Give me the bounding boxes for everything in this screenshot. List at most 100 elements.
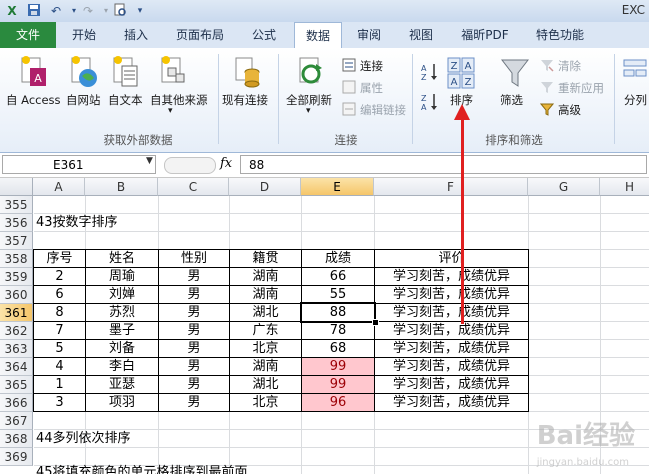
column-header-d[interactable]: D (229, 178, 301, 196)
table-cell[interactable]: 广东 (230, 322, 301, 340)
table-cell[interactable]: 学习刻苦，成绩优异 (375, 358, 528, 376)
table-cell[interactable]: 1 (34, 376, 85, 394)
tab-page-layout[interactable]: 页面布局 (166, 22, 234, 48)
table-header-cell[interactable]: 评价 (375, 250, 528, 268)
access-icon[interactable]: A (20, 56, 48, 93)
section-title-cell[interactable]: 44多列依次排序 (34, 430, 131, 448)
table-cell[interactable]: 2 (34, 268, 85, 286)
excel-logo-icon[interactable]: X (4, 3, 20, 19)
table-cell[interactable]: 学习刻苦，成绩优异 (375, 340, 528, 358)
table-cell[interactable]: 68 (302, 340, 374, 358)
tab-special-features[interactable]: 特色功能 (526, 22, 594, 48)
other-sources-dropdown-icon[interactable]: ▾ (168, 106, 173, 116)
row-header[interactable]: 367 (0, 412, 33, 430)
table-cell[interactable]: 学习刻苦，成绩优异 (375, 394, 528, 412)
table-cell[interactable]: 墨子 (86, 322, 158, 340)
sort-descending-icon[interactable]: ZA (420, 92, 440, 115)
row-header[interactable]: 360 (0, 286, 33, 304)
filter-icon[interactable] (500, 56, 530, 93)
row-header[interactable]: 359 (0, 268, 33, 286)
table-cell[interactable]: 66 (302, 268, 374, 286)
table-cell[interactable]: 湖南 (230, 358, 301, 376)
table-cell[interactable]: 湖南 (230, 286, 301, 304)
tab-formulas[interactable]: 公式 (240, 22, 288, 48)
reapply-button[interactable]: 重新应用 (558, 80, 604, 96)
text-to-columns-button[interactable]: 分列 (624, 92, 647, 108)
column-header-e[interactable]: E (301, 178, 374, 196)
table-cell[interactable]: 学习刻苦，成绩优异 (375, 322, 528, 340)
row-header[interactable]: 366 (0, 394, 33, 412)
fill-handle[interactable] (372, 319, 379, 326)
tab-view[interactable]: 视图 (398, 22, 444, 48)
tab-data[interactable]: 数据 (294, 22, 342, 49)
filter-button[interactable]: 筛选 (500, 92, 523, 108)
tab-foxit-pdf[interactable]: 福昕PDF (450, 22, 520, 48)
edit-links-button[interactable]: 编辑链接 (360, 102, 406, 118)
table-cell[interactable]: 3 (34, 394, 85, 412)
other-sources-icon[interactable] (160, 56, 188, 93)
highlighted-score-cell[interactable]: 99 (302, 358, 374, 376)
from-web-button[interactable]: 自网站 (66, 92, 101, 108)
print-preview-icon[interactable] (112, 3, 128, 19)
customize-icon[interactable]: ▾ (132, 3, 148, 19)
sort-icon[interactable]: ZAAZ (446, 56, 476, 93)
existing-connections-button[interactable]: 现有连接 (222, 92, 268, 108)
tab-home[interactable]: 开始 (60, 22, 108, 48)
table-header-cell[interactable]: 序号 (34, 250, 85, 268)
refresh-dropdown-icon[interactable]: ▾ (306, 106, 311, 116)
row-header[interactable]: 357 (0, 232, 33, 250)
row-header[interactable]: 364 (0, 358, 33, 376)
select-all-corner[interactable] (0, 178, 33, 196)
table-cell[interactable]: 男 (159, 268, 229, 286)
table-cell[interactable]: 湖北 (230, 304, 301, 322)
table-cell[interactable]: 周瑜 (86, 268, 158, 286)
table-cell[interactable]: 4 (34, 358, 85, 376)
table-cell[interactable]: 男 (159, 304, 229, 322)
highlighted-score-cell[interactable]: 99 (302, 376, 374, 394)
table-cell[interactable]: 学习刻苦，成绩优异 (375, 304, 528, 322)
redo-icon[interactable]: ↷ (80, 3, 96, 19)
table-cell[interactable]: 湖北 (230, 376, 301, 394)
column-header-h[interactable]: H (600, 178, 649, 196)
table-cell[interactable]: 学习刻苦，成绩优异 (375, 376, 528, 394)
table-cell[interactable]: 5 (34, 340, 85, 358)
table-cell[interactable]: 李白 (86, 358, 158, 376)
text-file-icon[interactable] (112, 56, 140, 93)
connections-button[interactable]: 连接 (360, 58, 383, 74)
column-header-a[interactable]: A (33, 178, 85, 196)
table-cell[interactable]: 北京 (230, 340, 301, 358)
properties-button[interactable]: 属性 (360, 80, 383, 96)
tab-review[interactable]: 审阅 (346, 22, 392, 48)
table-cell[interactable]: 男 (159, 286, 229, 304)
undo-icon[interactable]: ↶ (48, 3, 64, 19)
table-cell[interactable]: 学习刻苦，成绩优异 (375, 268, 528, 286)
table-cell[interactable]: 湖南 (230, 268, 301, 286)
table-cell[interactable]: 亚瑟 (86, 376, 158, 394)
table-cell[interactable]: 男 (159, 322, 229, 340)
table-cell[interactable]: 学习刻苦，成绩优异 (375, 286, 528, 304)
web-icon[interactable] (70, 56, 98, 93)
table-cell[interactable]: 苏烈 (86, 304, 158, 322)
table-cell[interactable]: 7 (34, 322, 85, 340)
table-cell[interactable]: 男 (159, 358, 229, 376)
insert-function-icon[interactable]: fx (220, 156, 232, 171)
table-cell[interactable]: 北京 (230, 394, 301, 412)
table-header-cell[interactable]: 姓名 (86, 250, 158, 268)
table-cell[interactable]: 刘备 (86, 340, 158, 358)
clear-button[interactable]: 清除 (558, 58, 581, 74)
table-cell[interactable]: 男 (159, 340, 229, 358)
existing-connections-icon[interactable] (234, 56, 262, 93)
table-cell[interactable]: 男 (159, 376, 229, 394)
from-text-button[interactable]: 自文本 (108, 92, 143, 108)
from-access-button[interactable]: 自 Access (6, 92, 61, 108)
table-cell[interactable]: 男 (159, 394, 229, 412)
row-header[interactable]: 369 (0, 448, 33, 466)
formula-bar-expand-handle[interactable] (164, 157, 216, 174)
row-header[interactable]: 365 (0, 376, 33, 394)
table-header-cell[interactable]: 成绩 (302, 250, 374, 268)
highlighted-score-cell[interactable]: 96 (302, 394, 374, 412)
column-header-g[interactable]: G (528, 178, 600, 196)
table-header-cell[interactable]: 性别 (159, 250, 229, 268)
table-cell[interactable]: 项羽 (86, 394, 158, 412)
tab-file[interactable]: 文件 (0, 22, 56, 48)
